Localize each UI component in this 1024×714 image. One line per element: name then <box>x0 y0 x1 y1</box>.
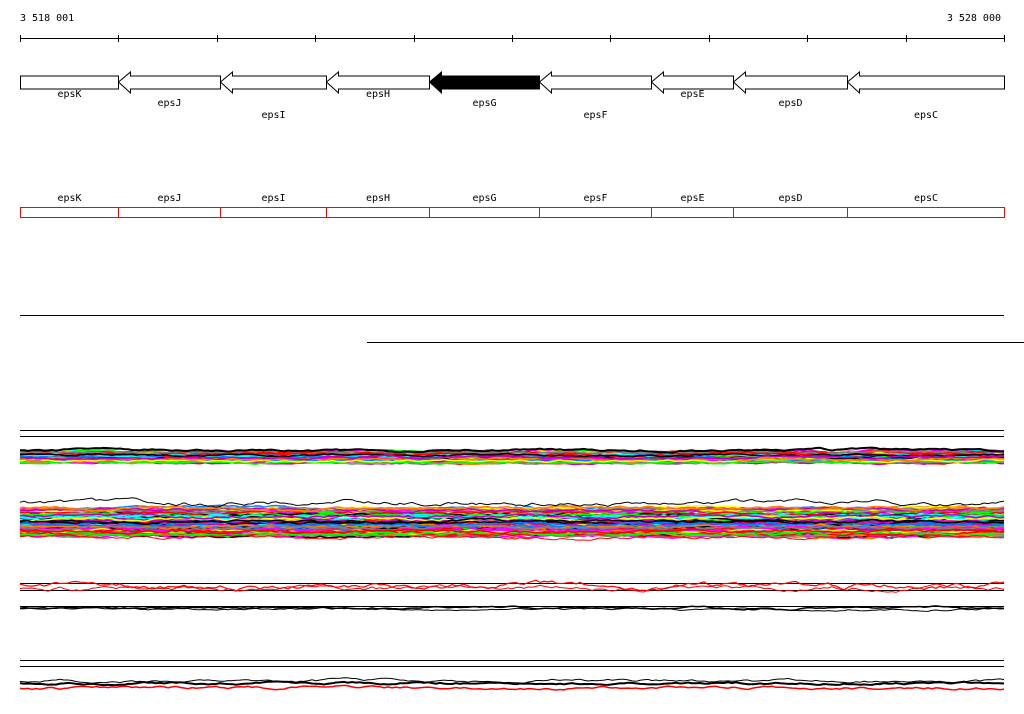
feature-label-epsG: epsG <box>472 193 497 204</box>
gene-arrow-epsG <box>428 70 540 95</box>
feature-label-epsD: epsD <box>778 193 803 204</box>
feature-label-epsC: epsC <box>913 193 939 204</box>
gene-arrow-epsD <box>732 70 848 95</box>
feature-label-epsE: epsE <box>680 193 705 204</box>
feature-label-epsK: epsK <box>57 193 82 204</box>
gene-arrow-epsJ <box>117 70 221 95</box>
feature-box-epsH <box>326 207 430 218</box>
profile-line-middle <box>19 497 1005 508</box>
gene-arrow-epsI <box>219 70 327 95</box>
feature-box-epsD <box>733 207 848 218</box>
profile-bottom-red <box>19 684 1005 691</box>
feature-box-epsK <box>20 207 119 218</box>
feature-label-epsI: epsI <box>261 193 286 204</box>
gene-label-epsE[interactable]: epsE <box>680 89 704 100</box>
gene-label-epsI[interactable]: epsI <box>261 110 285 121</box>
gene-label-epsF[interactable]: epsF <box>583 110 607 121</box>
gene-label-epsC[interactable]: epsC <box>914 110 938 121</box>
feature-label-epsF: epsF <box>583 193 608 204</box>
feature-label-epsJ: epsJ <box>157 193 182 204</box>
genome-browser-canvas <box>19 35 1024 691</box>
gene-arrow-epsF <box>538 70 652 95</box>
feature-box-epsC <box>847 207 1005 218</box>
feature-box-epsG <box>429 207 540 218</box>
profile-red-line <box>19 583 1005 593</box>
gene-label-epsD[interactable]: epsD <box>778 98 802 109</box>
gene-label-epsK[interactable]: epsK <box>57 89 81 100</box>
gene-box-epsK <box>20 75 119 90</box>
gene-label-epsH[interactable]: epsH <box>366 89 390 100</box>
gene-label-epsG[interactable]: epsG <box>472 98 496 109</box>
feature-box-epsI <box>220 207 327 218</box>
feature-label-epsH: epsH <box>365 193 391 204</box>
gene-label-epsJ[interactable]: epsJ <box>157 98 181 109</box>
gene-arrow-epsC <box>846 70 1005 95</box>
feature-box-epsJ <box>118 207 221 218</box>
feature-box-epsE <box>651 207 734 218</box>
feature-box-epsF <box>539 207 652 218</box>
